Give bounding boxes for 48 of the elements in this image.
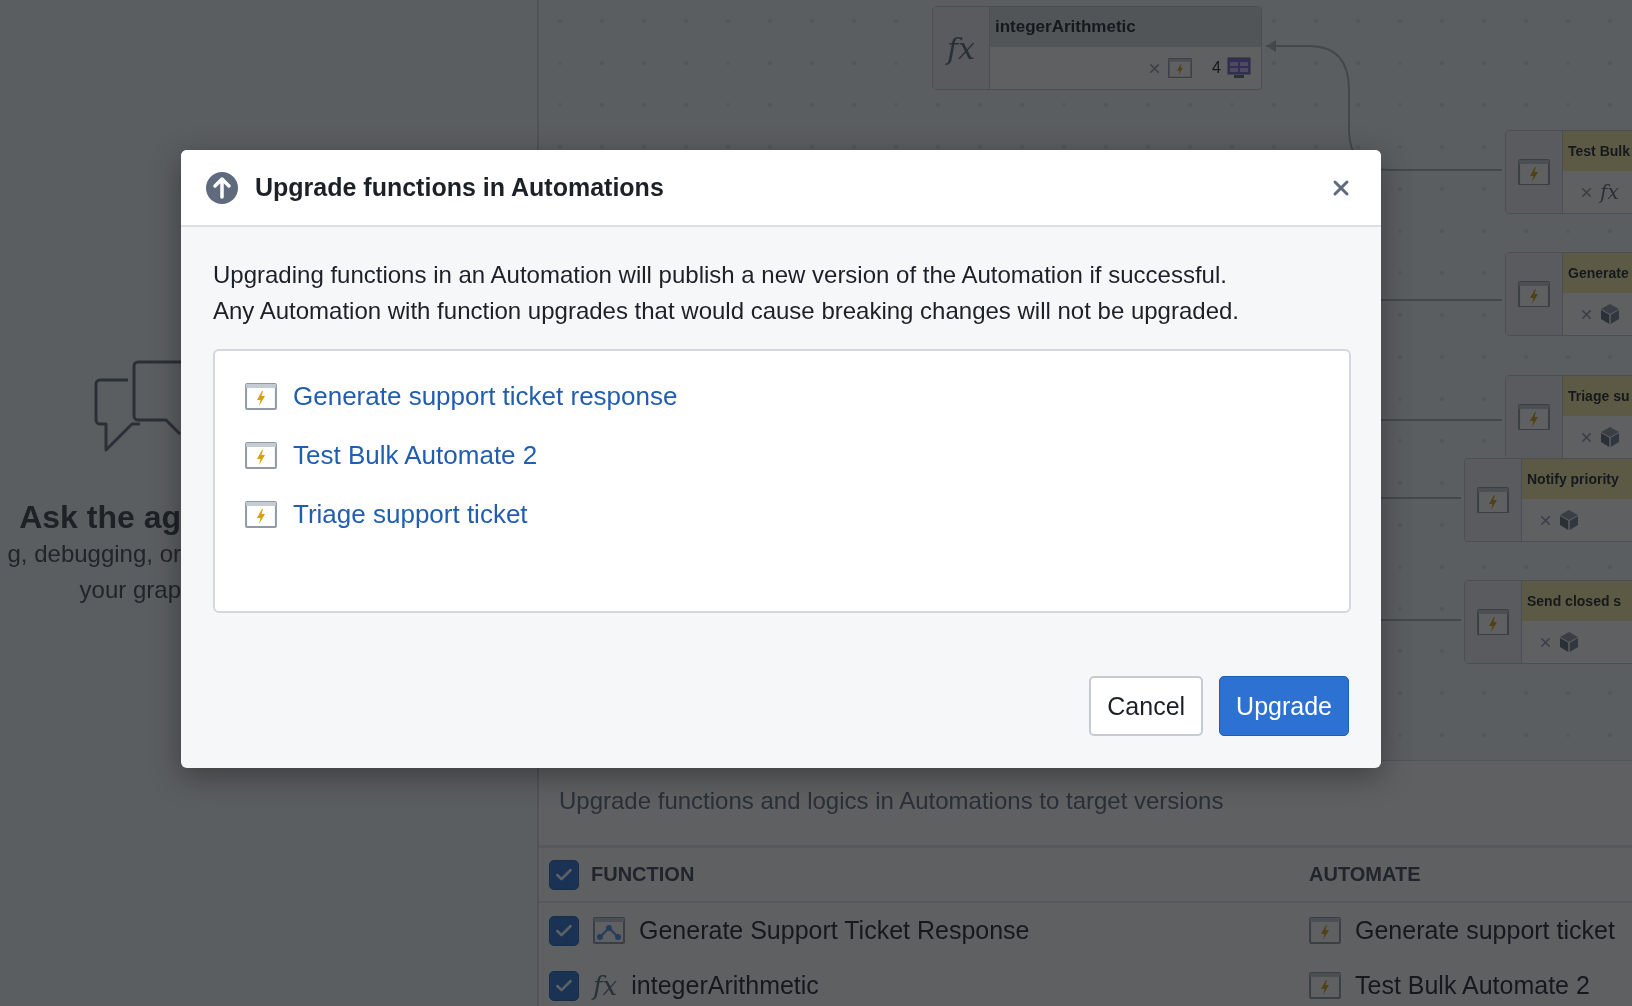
cube-icon <box>1600 303 1620 325</box>
automation-icon <box>1477 486 1509 514</box>
graph-node[interactable]: Triage su <box>1505 375 1632 459</box>
upgrade-icon <box>205 170 239 205</box>
automation-link[interactable]: Test Bulk Automate 2 <box>293 440 538 471</box>
upgrade-button[interactable]: Upgrade <box>1219 676 1349 736</box>
graph-node[interactable]: Notify priority <box>1464 458 1632 542</box>
automation-icon <box>245 442 277 469</box>
automation-link[interactable]: Triage support ticket <box>293 499 528 530</box>
automation-icon <box>1168 57 1193 79</box>
automation-icon <box>1477 608 1509 636</box>
graph-node[interactable]: Generate <box>1505 252 1632 336</box>
dialog-message: Upgrading functions in an Automation will publish a new version of the Automation if successful. Any Automation with function upgrades that would cause breaking changes will not be upgraded. <box>213 260 1240 326</box>
node-title: Generate <box>1563 253 1632 293</box>
dialog-title: Upgrade functions in Automations <box>255 173 665 202</box>
select-all-checkbox[interactable] <box>549 859 579 890</box>
function-name: integerArithmetic <box>631 971 819 1000</box>
node-title: Test Bulk <box>1563 131 1632 171</box>
automation-icon <box>1309 917 1341 944</box>
empty-state-text: your grap <box>79 575 181 605</box>
automation-name: Generate support ticket <box>1355 916 1615 945</box>
automation-icon <box>1518 158 1550 186</box>
node-count: 4 <box>1212 59 1221 77</box>
node-title: Notify priority <box>1522 459 1632 499</box>
empty-state-title: Ask the ag <box>19 499 181 536</box>
node-title: integerArithmetic <box>990 7 1261 47</box>
row-checkbox[interactable] <box>549 915 579 946</box>
node-title: Triage su <box>1563 376 1632 416</box>
row-checkbox[interactable] <box>549 970 579 1001</box>
cube-icon <box>1559 631 1579 653</box>
graph-node[interactable]: Send closed s <box>1464 580 1632 664</box>
cancel-button[interactable]: Cancel <box>1089 676 1204 736</box>
automation-icon <box>1518 280 1550 308</box>
column-header: AUTOMATE <box>1309 863 1421 886</box>
column-header: FUNCTION <box>591 863 695 886</box>
empty-state-text: g, debugging, or <box>7 539 181 569</box>
automation-icon <box>245 501 277 528</box>
monitor-icon <box>1227 57 1251 79</box>
automation-name: Test Bulk Automate 2 <box>1355 971 1590 1000</box>
cube-icon <box>1559 509 1579 531</box>
logic-icon <box>593 917 625 944</box>
automation-icon <box>245 383 277 410</box>
automation-link[interactable]: Generate support ticket response <box>293 381 678 412</box>
node-title: Send closed s <box>1522 581 1632 621</box>
automation-icon <box>1309 972 1341 999</box>
function-name: Generate Support Ticket Response <box>639 916 1030 945</box>
automation-icon <box>1518 403 1550 431</box>
cube-icon <box>1600 426 1620 448</box>
